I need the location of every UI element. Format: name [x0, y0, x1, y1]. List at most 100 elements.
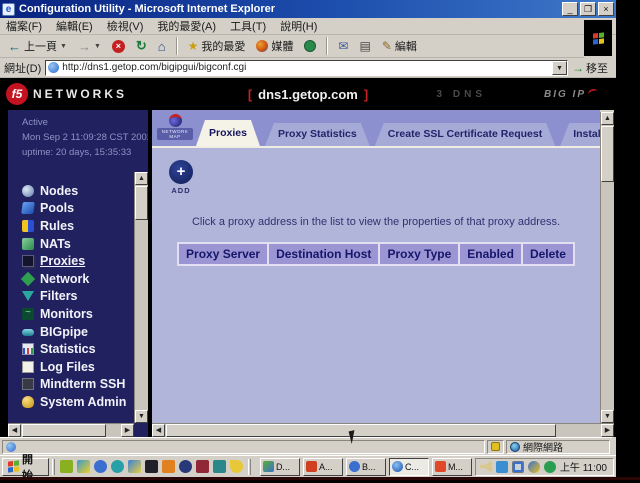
sidebar-item-mindterm-ssh[interactable]: Mindterm SSH	[22, 376, 132, 394]
menu-edit[interactable]: 編輯(E)	[56, 18, 93, 34]
start-button[interactable]: 開始	[2, 458, 49, 476]
print-button[interactable]: ▤	[355, 38, 374, 54]
mail-button[interactable]: ✉	[334, 38, 352, 54]
tray-icon-5[interactable]	[544, 461, 556, 473]
sidebar-item-filters[interactable]: Filters	[22, 288, 132, 306]
edit-button[interactable]: ✎ 編輯	[378, 37, 421, 55]
address-field[interactable]: ▼	[45, 60, 568, 76]
task-button-2[interactable]: A...	[303, 458, 343, 476]
scroll-right-icon[interactable]: ▶	[121, 424, 134, 437]
menu-favorites[interactable]: 我的最愛(A)	[157, 18, 216, 34]
sidebar-item-system-admin[interactable]: System Admin	[22, 393, 132, 411]
menu-help[interactable]: 說明(H)	[280, 18, 317, 34]
add-proxy-button[interactable]: + ADD	[166, 160, 196, 195]
hostname-display: [dns1.getop.com]	[0, 87, 616, 102]
forward-button[interactable]: → ▼	[74, 38, 105, 55]
quicklaunch-icon-8[interactable]	[179, 460, 192, 473]
back-dropdown-icon[interactable]: ▼	[60, 43, 67, 50]
scroll-down-icon[interactable]: ▼	[601, 410, 614, 423]
scrollbar-thumb[interactable]	[135, 186, 148, 220]
sidebar-item-network[interactable]: Network	[22, 270, 132, 288]
tab-proxy-statistics[interactable]: Proxy Statistics	[265, 123, 370, 146]
go-button[interactable]: → 移至	[572, 60, 612, 76]
address-dropdown-icon[interactable]: ▼	[552, 61, 567, 75]
quicklaunch-icon-6[interactable]	[145, 460, 158, 473]
browser-toolbar: ← 上一頁 ▼ → ▼ × ↻ ⌂ ★ 我的最愛 媒體 ✉ ▤ ✎ 編輯	[0, 35, 584, 58]
quicklaunch-icon-5[interactable]	[128, 460, 141, 473]
sidebar-item-monitors[interactable]: ~Monitors	[22, 305, 132, 323]
sidebar-item-nodes[interactable]: Nodes	[22, 182, 132, 200]
nodes-icon	[22, 185, 34, 197]
taskbar-grip[interactable]	[248, 459, 251, 475]
task-button-3[interactable]: B...	[346, 458, 386, 476]
sidebar-item-statistics[interactable]: Statistics	[22, 340, 132, 358]
tab-proxies[interactable]: Proxies	[196, 120, 260, 146]
refresh-button[interactable]: ↻	[132, 37, 151, 55]
sidebar-horizontal-scrollbar[interactable]: ◀ ▶	[8, 423, 134, 437]
network-icon	[21, 272, 35, 286]
product-bigip-label: BIG IP	[544, 89, 598, 100]
quicklaunch-icon-3[interactable]	[94, 460, 107, 473]
task-button-1[interactable]: D...	[260, 458, 300, 476]
minimize-button[interactable]: _	[562, 2, 578, 16]
sidebar-item-rules[interactable]: Rules	[22, 217, 132, 235]
sidebar-item-nats[interactable]: NATs	[22, 235, 132, 253]
forward-dropdown-icon[interactable]: ▼	[94, 43, 101, 50]
content-horizontal-scrollbar[interactable]: ◀ ▶	[152, 423, 614, 437]
sidebar-item-logfiles[interactable]: Log Files	[22, 358, 132, 376]
task-icon	[392, 461, 403, 472]
media-button[interactable]: 媒體	[252, 37, 297, 55]
sidebar-item-bigpipe[interactable]: BIGpipe	[22, 323, 132, 341]
scroll-up-icon[interactable]: ▲	[601, 112, 614, 125]
history-button[interactable]	[300, 39, 320, 53]
stop-button[interactable]: ×	[108, 39, 129, 54]
menu-view[interactable]: 檢視(V)	[107, 18, 144, 34]
status-active: Active	[22, 115, 148, 130]
scroll-left-icon[interactable]: ◀	[8, 424, 21, 437]
sidebar-item-proxies[interactable]: Proxies	[22, 252, 132, 270]
scroll-up-icon[interactable]: ▲	[135, 172, 148, 185]
quicklaunch-icon-4[interactable]	[111, 460, 124, 473]
network-map-button[interactable]: NETWORK MAP	[157, 113, 193, 143]
back-button[interactable]: ← 上一頁 ▼	[4, 37, 71, 55]
tray-icon-4[interactable]	[528, 461, 540, 473]
favorites-button[interactable]: ★ 我的最愛	[184, 37, 250, 55]
browser-frames: Active Mon Sep 2 11:09:28 CST 2002 uptim…	[0, 110, 616, 437]
menu-tools[interactable]: 工具(T)	[230, 18, 266, 34]
home-button[interactable]: ⌂	[154, 38, 170, 55]
taskbar-grip[interactable]	[52, 459, 55, 475]
scroll-right-icon[interactable]: ▶	[601, 424, 614, 437]
quicklaunch-icon-10[interactable]	[213, 460, 226, 473]
menu-file[interactable]: 檔案(F)	[6, 18, 42, 34]
quicklaunch-icon-11[interactable]	[230, 460, 243, 473]
quicklaunch-icon-2[interactable]	[77, 460, 90, 473]
scroll-left-icon[interactable]: ◀	[152, 424, 165, 437]
sidebar-item-pools[interactable]: Pools	[22, 200, 132, 218]
maximize-button[interactable]: ❐	[580, 2, 596, 16]
zone-label: 網際網路	[523, 439, 563, 454]
monitors-icon: ~	[22, 308, 34, 320]
quicklaunch-icon-7[interactable]	[162, 460, 175, 473]
sidebar-vertical-scrollbar[interactable]: ▲ ▼	[134, 172, 148, 423]
display-icon[interactable]	[512, 461, 524, 473]
quicklaunch-icon-9[interactable]	[196, 460, 209, 473]
statistics-icon	[22, 343, 34, 355]
quicklaunch-icon-1[interactable]	[60, 460, 73, 473]
scrollbar-thumb[interactable]	[22, 424, 106, 437]
content-vertical-scrollbar[interactable]: ▲ ▼	[600, 112, 614, 423]
volume-icon[interactable]	[480, 461, 492, 473]
scroll-down-icon[interactable]: ▼	[135, 410, 148, 423]
navigation-sidebar: Active Mon Sep 2 11:09:28 CST 2002 uptim…	[8, 110, 148, 437]
task-button-4[interactable]: C...	[389, 458, 429, 476]
hostname: dns1.getop.com	[252, 87, 364, 102]
proxy-table-header-row: Proxy Server Destination Host Proxy Type…	[178, 243, 574, 265]
tab-create-ssl-certificate-request[interactable]: Create SSL Certificate Request	[375, 123, 555, 146]
url-input[interactable]	[62, 62, 552, 73]
task-button-5[interactable]: M...	[432, 458, 472, 476]
scrollbar-thumb[interactable]	[601, 126, 614, 182]
menu-bar: 檔案(F) 編輯(E) 檢視(V) 我的最愛(A) 工具(T) 說明(H)	[0, 18, 616, 35]
close-button[interactable]: ×	[598, 2, 614, 16]
tab-install-ssl-certificate[interactable]: Install SSL Certif	[560, 123, 600, 146]
tray-icon-2[interactable]	[496, 461, 508, 473]
stop-icon: ×	[112, 40, 125, 53]
